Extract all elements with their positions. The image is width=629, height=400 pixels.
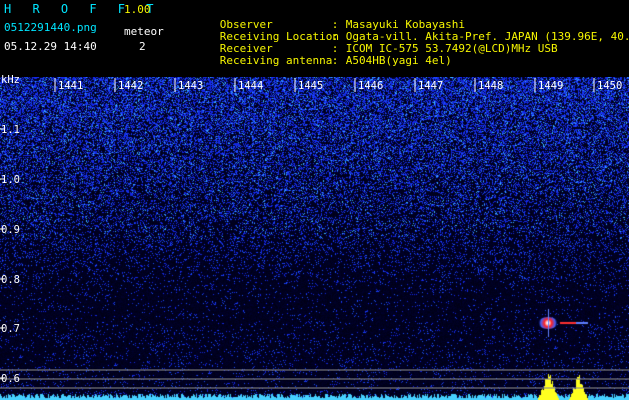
minute-label: 1449 [538, 80, 563, 92]
minute-label: 1448 [478, 80, 503, 92]
minute-label: 1441 [58, 80, 83, 92]
minute-label: 1442 [118, 80, 143, 92]
hrofft-screen: H R O F F T 1.00 0512291440.png 05.12.29… [0, 0, 629, 400]
y-tick-label: 1.1 [1, 124, 20, 136]
minute-label: 1450 [597, 80, 622, 92]
minute-label: 1446 [358, 80, 383, 92]
minute-label: 1447 [418, 80, 443, 92]
spectrogram-overlay: kHz 1.1 1.0 0.9 0.8 0.7 0.6 1441 1442 14… [0, 74, 629, 389]
minute-markers: 1441 1442 1443 1444 1445 1446 1447 1448 … [54, 78, 622, 92]
y-tick-label: 1.0 [1, 174, 20, 186]
y-tick-label: 0.6 [1, 373, 20, 385]
y-tick-marks [0, 128, 4, 379]
minute-label: 1444 [238, 80, 263, 92]
y-tick-label: 0.7 [1, 323, 20, 335]
y-tick-label: 0.9 [1, 224, 20, 236]
y-tick-label: 0.8 [1, 274, 20, 286]
minute-label: 1445 [298, 80, 323, 92]
minute-label: 1443 [178, 80, 203, 92]
y-axis-unit: kHz [1, 74, 20, 86]
